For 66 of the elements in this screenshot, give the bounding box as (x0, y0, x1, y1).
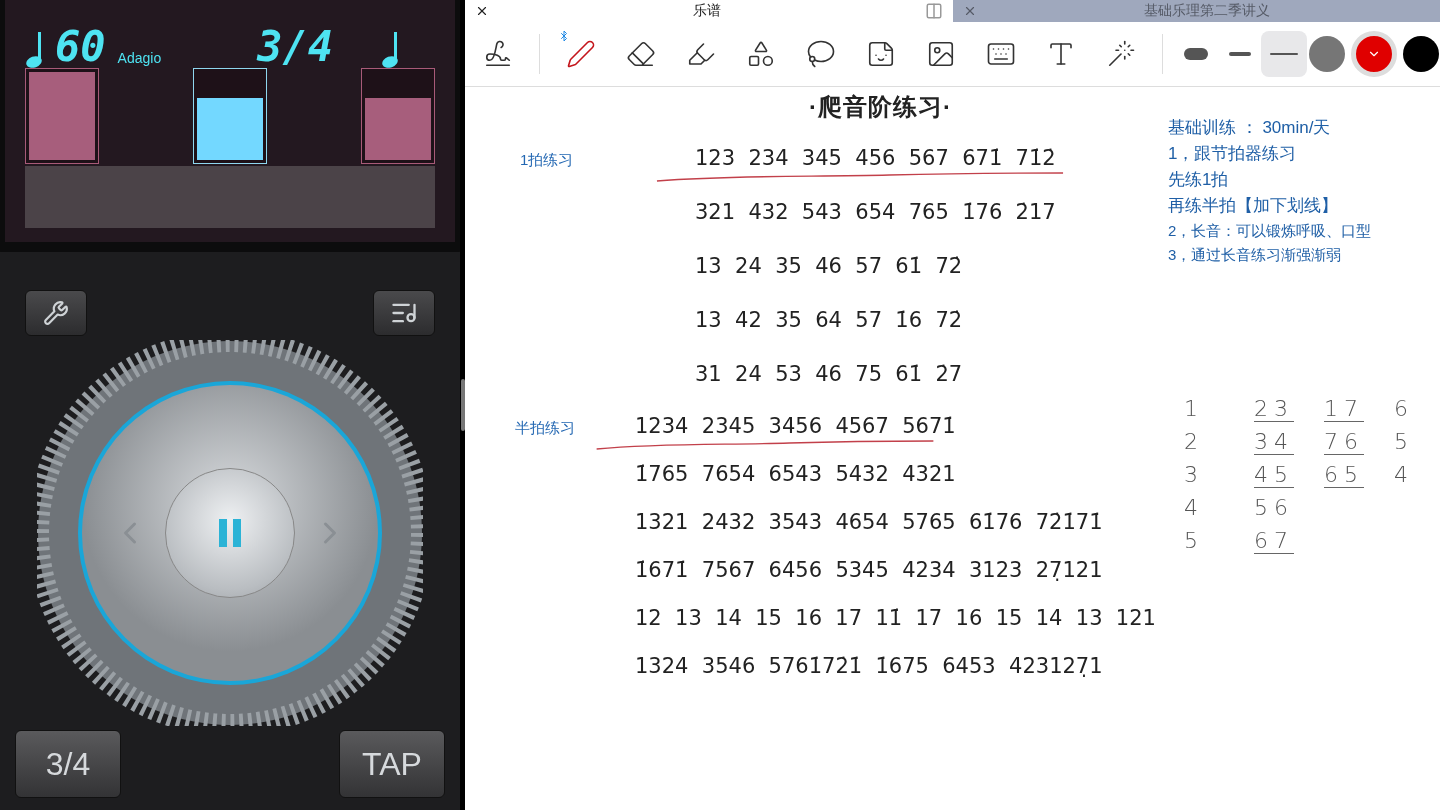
shapes-icon (746, 39, 776, 69)
sticker-icon (866, 39, 896, 69)
handwritten-digits: 4 (1183, 496, 1204, 521)
notation-line: 1̇765 7654 6543 5432 4321 (635, 461, 957, 488)
color-swatch[interactable] (1403, 36, 1439, 72)
notation-line: 31 24 53 46 75 61̇ 2̇7 (695, 361, 964, 388)
close-icon[interactable] (475, 4, 489, 18)
handwritten-digits: 1 (1183, 397, 1204, 422)
handwriting-zoom-icon (483, 39, 513, 69)
notation-line: 13 24 35 46 57 61̇ 72̇ (695, 253, 964, 280)
notation-line: 1324 3546 5761̇72̇1̇ 1̇675 6453 423127̣1 (635, 653, 1104, 680)
notation-line: 1̇671̇ 7567 6456 5345 4234 3123 27̣121 (635, 557, 1104, 584)
handwritten-digits: 45 (1253, 463, 1294, 488)
stroke-size-icon (1229, 52, 1251, 56)
stroke-size-option[interactable] (1261, 31, 1307, 77)
handwritten-digits: 76 (1323, 430, 1364, 455)
notation-line: 1234 2345 3456 4567 5671̇ (635, 413, 957, 440)
tap-button[interactable]: TAP (339, 730, 445, 798)
handwritten-digits: 4 (1393, 463, 1414, 488)
split-handle[interactable] (460, 379, 465, 431)
handwritten-digits: 23 (1253, 397, 1294, 422)
notation-line: 321 432 543 654 765 1̇76 2̇17 (695, 199, 1056, 226)
wrench-icon (43, 300, 69, 326)
handwritten-digits: 56 (1253, 496, 1294, 521)
tempo-name: Adagio (117, 50, 162, 66)
note-text: 基础训练 ： 30min/天 (1166, 117, 1332, 139)
eraser-icon (626, 39, 656, 69)
document-title: ·爬音阶练习· (808, 92, 953, 122)
handwritten-digits: 2 (1183, 430, 1204, 455)
pause-icon (219, 519, 241, 547)
handwritten-digits: 34 (1253, 430, 1294, 455)
handwritten-digits: 3 (1183, 463, 1204, 488)
note-text: 1，跟节拍器练习 (1166, 143, 1298, 165)
quarter-note-icon (381, 32, 399, 68)
note-text: 3，通过长音练习渐强渐弱 (1166, 245, 1343, 265)
lasso-icon (806, 39, 836, 69)
split-view-icon[interactable] (924, 2, 943, 20)
settings-button[interactable] (25, 290, 87, 336)
image-icon (926, 39, 956, 69)
notation-line: 1321 2432 3543 4654 5765 61̇76 72̇1̇71̇ (635, 509, 1104, 536)
quarter-note-icon (25, 32, 43, 68)
bluetooth-icon (558, 30, 570, 42)
color-swatch[interactable] (1309, 36, 1345, 72)
time-signature-button[interactable]: 3/4 (15, 730, 121, 798)
tempo-value: 60 (55, 26, 106, 68)
note-text: 先练1拍 (1166, 169, 1230, 191)
time-signature: 3/4 (257, 26, 333, 68)
handwritten-digits: 5 (1183, 529, 1204, 554)
color-swatch[interactable] (1351, 31, 1397, 77)
notation-line: 13 42 35 64 57 1̇6 72̇ (695, 307, 964, 334)
notation-line: 12 13 14 15 16 17 11̇ 17 16 15 14 13 121 (635, 605, 1156, 632)
stroke-size-icon (1270, 53, 1298, 55)
note-text: 2，长音：可以锻炼呼吸、口型 (1166, 221, 1373, 241)
section-label: 1拍练习 (519, 150, 575, 170)
handwritten-digits: 17 (1323, 397, 1364, 422)
stroke-size-icon (1184, 48, 1208, 60)
notation-line: 123 234 345 456 567 671̇ 71̇2̇ (695, 145, 1056, 172)
handwritten-digits: 6 (1393, 397, 1414, 422)
handwritten-digits: 5 (1393, 430, 1414, 455)
handwritten-digits: 67 (1253, 529, 1294, 554)
handwritten-digits: 65 (1323, 463, 1364, 488)
section-label: 半拍练习 (514, 418, 576, 438)
pen-icon (566, 39, 596, 69)
note-text: 再练半拍【加下划线】 (1166, 195, 1339, 217)
wand-icon (1106, 39, 1136, 69)
playlist-button[interactable] (373, 290, 435, 336)
